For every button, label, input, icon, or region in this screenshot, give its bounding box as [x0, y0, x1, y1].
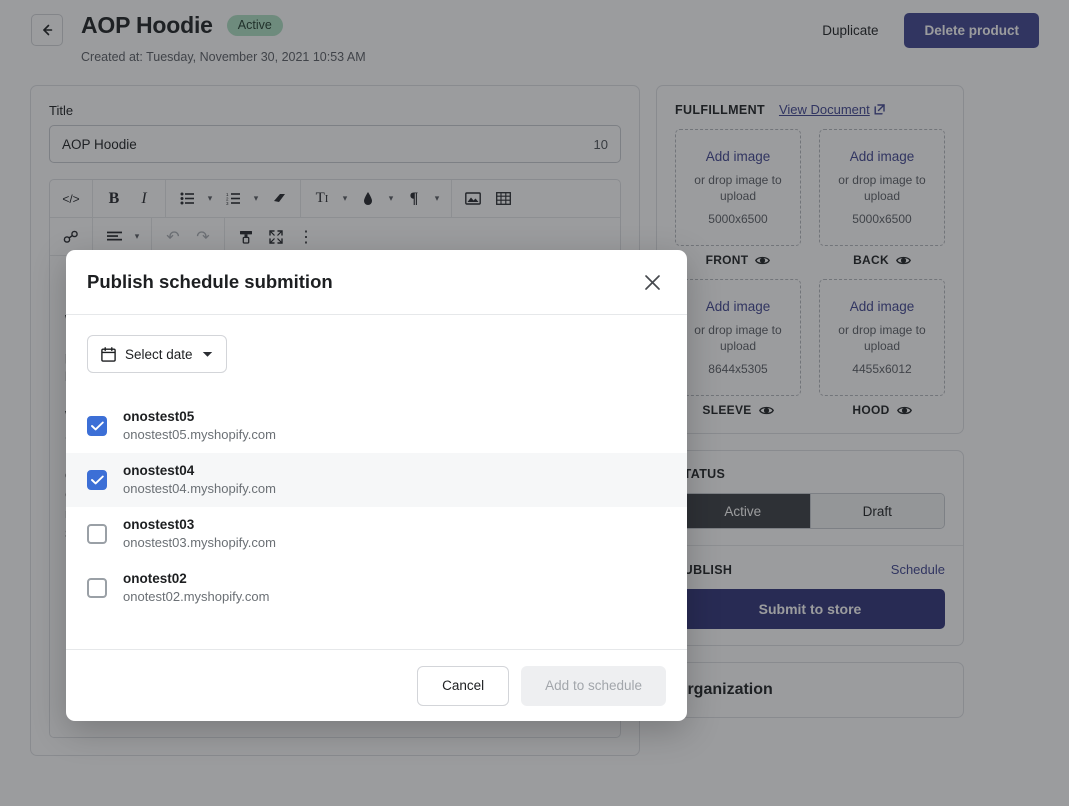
store-name: onostest05	[123, 409, 195, 424]
chevron-down-icon	[202, 351, 212, 357]
store-checkbox[interactable]	[87, 577, 107, 598]
calendar-icon	[101, 346, 116, 362]
store-info: onotest02 onotest02.myshopify.com	[123, 571, 269, 604]
select-date-label: Select date	[125, 346, 193, 362]
store-domain: onostest05.myshopify.com	[123, 427, 276, 442]
store-row-onostest03[interactable]: onostest03 onostest03.myshopify.com	[66, 507, 687, 561]
store-row-onostest05[interactable]: onostest05 onostest05.myshopify.com	[66, 399, 687, 453]
store-domain: onostest04.myshopify.com	[123, 481, 276, 496]
close-button[interactable]	[637, 267, 667, 297]
publish-schedule-modal: Publish schedule submition Select date o…	[66, 250, 687, 721]
store-checkbox[interactable]	[87, 415, 107, 436]
store-info: onostest04 onostest04.myshopify.com	[123, 463, 276, 496]
store-checkbox[interactable]	[87, 523, 107, 544]
store-info: onostest03 onostest03.myshopify.com	[123, 517, 276, 550]
select-date-dropdown[interactable]: Select date	[87, 335, 227, 373]
add-to-schedule-button: Add to schedule	[521, 665, 666, 706]
product-editor-screen: AOP Hoodie Active Created at: Tuesday, N…	[0, 0, 1069, 806]
store-domain: onotest02.myshopify.com	[123, 589, 270, 604]
store-name: onostest04	[123, 463, 195, 478]
store-name: onotest02	[123, 571, 187, 586]
store-domain: onostest03.myshopify.com	[123, 535, 276, 550]
check-icon	[90, 421, 104, 430]
cancel-button[interactable]: Cancel	[417, 665, 510, 706]
modal-header: Publish schedule submition	[66, 250, 687, 315]
store-row-onostest04[interactable]: onostest04 onostest04.myshopify.com	[66, 453, 687, 507]
close-icon	[644, 274, 660, 290]
modal-footer: Cancel Add to schedule	[66, 649, 687, 721]
modal-title: Publish schedule submition	[87, 271, 333, 292]
store-checkbox[interactable]	[87, 469, 107, 490]
store-info: onostest05 onostest05.myshopify.com	[123, 409, 276, 442]
store-name: onostest03	[123, 517, 195, 532]
store-row-onotest02[interactable]: onotest02 onotest02.myshopify.com	[66, 561, 687, 615]
check-icon	[90, 475, 104, 484]
modal-body: Select date onostest05 onostest05.myshop…	[66, 315, 687, 649]
store-list: onostest05 onostest05.myshopify.com onos…	[66, 399, 687, 615]
